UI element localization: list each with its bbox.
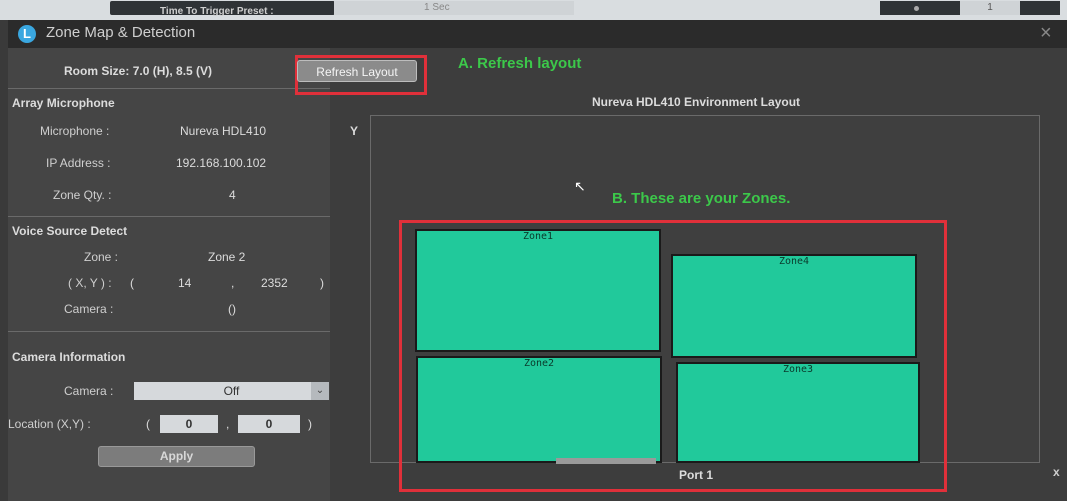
voice-source-heading: Voice Source Detect xyxy=(12,224,128,238)
zone-map-window: L Zone Map & Detection × Room Size: 7.0 … xyxy=(8,20,1067,501)
close-x-icon[interactable]: x xyxy=(1053,465,1060,479)
y-axis-label: Y xyxy=(350,124,359,138)
camera-information-heading: Camera Information xyxy=(12,350,126,364)
ip-address-value: 192.168.100.102 xyxy=(176,156,267,170)
camera-detect-label: Camera : xyxy=(64,302,114,316)
microphone-label: Microphone : xyxy=(40,124,110,138)
background-trigger-label: Time To Trigger Preset : xyxy=(110,1,335,17)
zone-qty-value: 4 xyxy=(229,188,236,202)
location-paren-close: ) xyxy=(308,417,312,431)
ip-address-label: IP Address : xyxy=(46,156,111,170)
zone-label: Zone : xyxy=(84,250,119,264)
xy-label: ( X, Y ) : xyxy=(68,276,112,290)
camera-detect-value: () xyxy=(228,302,236,316)
background-number-field[interactable]: 1 xyxy=(960,1,1020,15)
camera-select[interactable]: Off ⌄ xyxy=(134,382,329,400)
room-size-label: Room Size: 7.0 (H), 8.5 (V) xyxy=(64,64,213,78)
window-title: Zone Map & Detection xyxy=(46,24,196,41)
zone-qty-label: Zone Qty. : xyxy=(53,188,112,202)
radio-dot-icon[interactable] xyxy=(914,6,919,11)
camera-label: Camera : xyxy=(64,384,114,398)
y-value: 2352 xyxy=(261,276,288,290)
divider xyxy=(8,88,330,89)
close-icon[interactable]: × xyxy=(1040,22,1052,45)
zone-value: Zone 2 xyxy=(208,250,246,264)
background-trigger-select[interactable]: 1 Sec xyxy=(334,1,574,15)
layout-title: Nureva HDL410 Environment Layout xyxy=(591,95,801,109)
microphone-value: Nureva HDL410 xyxy=(180,124,267,138)
xy-paren-close: ) xyxy=(320,276,324,290)
mouse-cursor-icon: ↖ xyxy=(574,178,586,194)
refresh-layout-button[interactable]: Refresh Layout xyxy=(297,60,417,82)
location-comma: , xyxy=(226,417,230,431)
divider xyxy=(8,331,330,332)
background-right-control: 1 xyxy=(880,1,1060,15)
location-x-input[interactable]: 0 xyxy=(160,415,218,433)
title-bar: L Zone Map & Detection × xyxy=(8,20,1067,48)
annotation-refresh-text: A. Refresh layout xyxy=(458,55,582,72)
x-value: 14 xyxy=(178,276,192,290)
left-panel: Room Size: 7.0 (H), 8.5 (V) Array Microp… xyxy=(8,48,330,501)
location-paren-open: ( xyxy=(146,417,150,431)
annotation-box-zones xyxy=(399,220,947,492)
room-size-value: 7.0 (H), 8.5 (V) xyxy=(132,64,213,78)
array-microphone-heading: Array Microphone xyxy=(12,96,115,110)
location-label: Location (X,Y) : xyxy=(8,417,91,431)
app-logo-icon: L xyxy=(18,25,36,43)
xy-paren-open: ( xyxy=(130,276,134,290)
xy-comma: , xyxy=(231,276,235,290)
location-y-input[interactable]: 0 xyxy=(238,415,300,433)
apply-button[interactable]: Apply xyxy=(98,446,255,467)
chevron-down-icon[interactable]: ⌄ xyxy=(311,382,329,400)
divider xyxy=(8,216,330,217)
annotation-zones-text: B. These are your Zones. xyxy=(612,190,791,207)
